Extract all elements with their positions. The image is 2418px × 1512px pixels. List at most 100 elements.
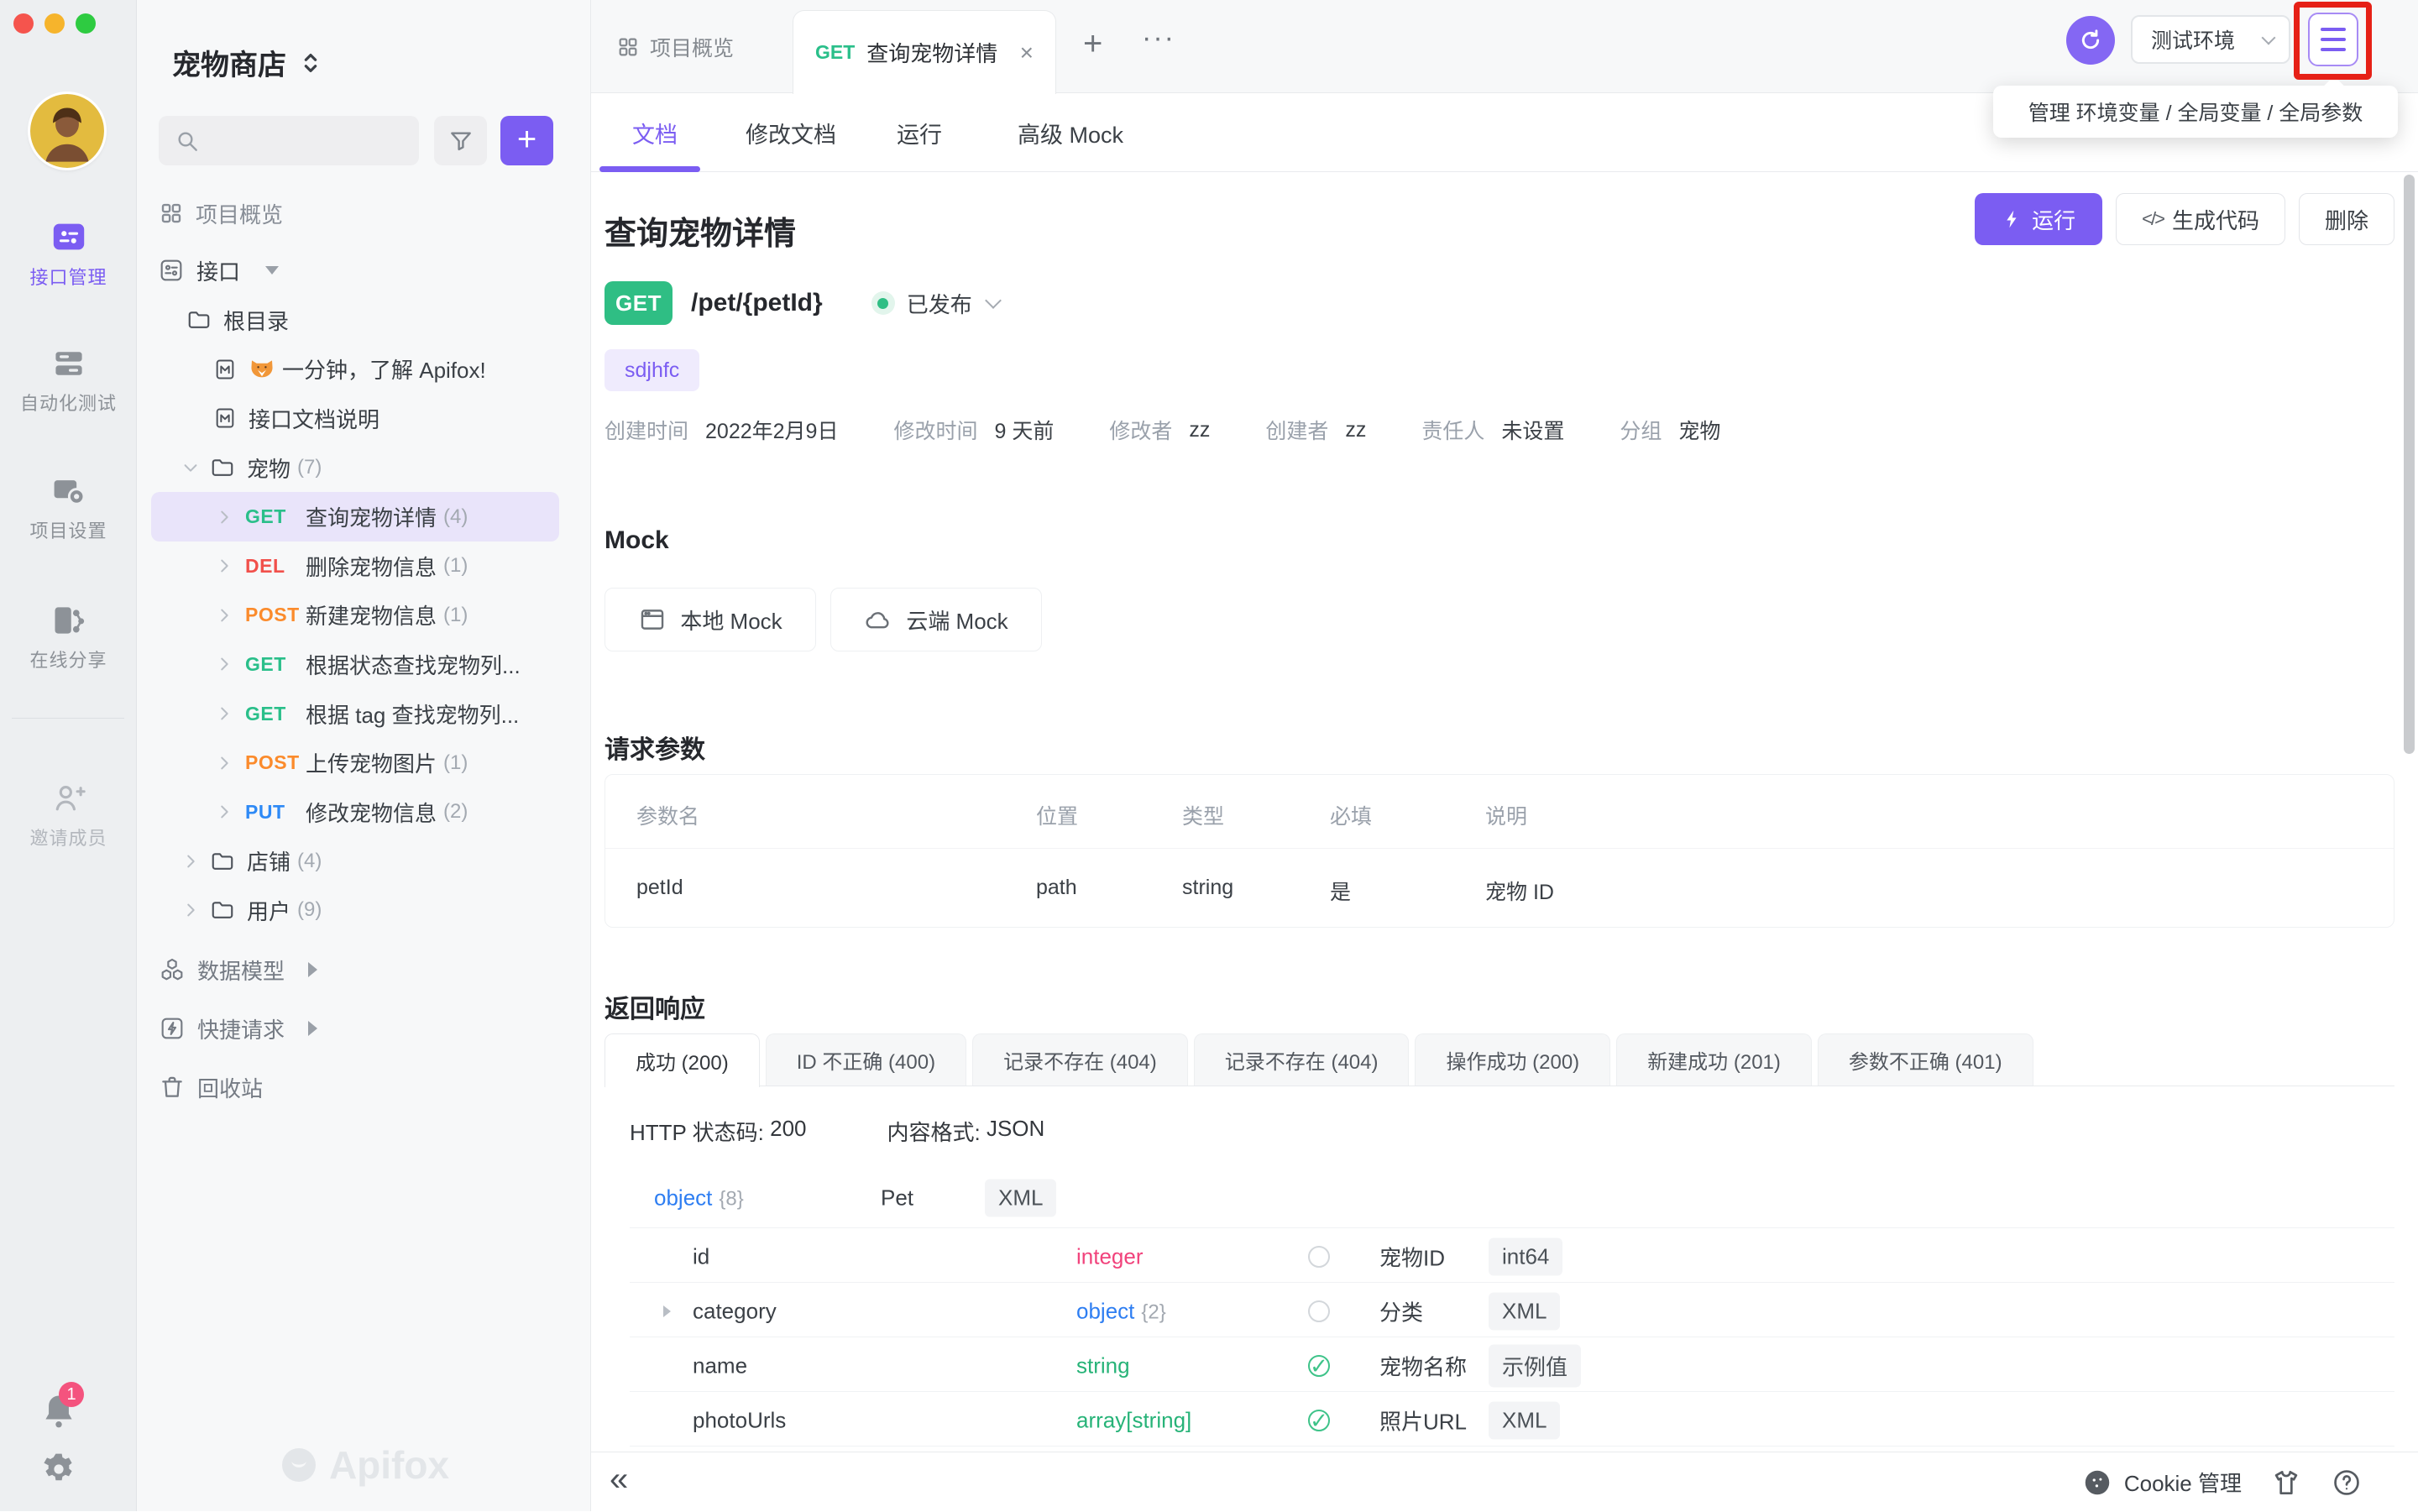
response-tab-2[interactable]: 记录不存在 (404) <box>972 1033 1188 1086</box>
chevron-right-icon <box>215 508 233 526</box>
rail-item-api-management[interactable]: 接口管理 <box>0 217 137 290</box>
avatar[interactable] <box>30 94 104 168</box>
tree-endpoint-row[interactable]: GET根据状态查找宠物列... <box>151 640 559 689</box>
sidebar-item-recycle-bin[interactable]: 回收站 <box>137 1058 591 1117</box>
meta-value: zz <box>1345 418 1366 442</box>
endpoint-tag[interactable]: sdjhfc <box>604 349 699 391</box>
project-switcher-icon <box>298 50 323 76</box>
environment-selector[interactable]: 测试环境 <box>2131 15 2290 64</box>
tree-folder-row[interactable]: 店铺(4) <box>151 837 559 887</box>
tree-folder-row[interactable]: 根目录 <box>151 296 559 345</box>
tree-endpoint-row[interactable]: PUT修改宠物信息(2) <box>151 787 559 837</box>
watermark: Apifox <box>137 1442 591 1488</box>
new-tab-button[interactable]: + <box>1083 25 1102 63</box>
tree-endpoint-row[interactable]: POST新建宠物信息(1) <box>151 591 559 641</box>
schema-root-row[interactable]: object{8}PetXML <box>591 1171 2418 1225</box>
sidebar-item-project-overview[interactable]: 项目概览 <box>137 191 591 235</box>
zoom-window-button[interactable] <box>76 13 96 34</box>
tree-item-count: (1) <box>443 751 468 775</box>
run-button[interactable]: 运行 <box>1975 193 2102 245</box>
sidebar-item-data-models[interactable]: 数据模型 <box>137 940 591 999</box>
tree-item-label: 接口文档说明 <box>249 403 379 434</box>
settings-panel-icon <box>0 473 137 510</box>
response-tab-0[interactable]: 成功 (200) <box>604 1033 760 1087</box>
method-label: DEL <box>245 555 306 578</box>
meta-pair: 修改时间9 天前 <box>893 415 1054 445</box>
sidebar-item-quick-request[interactable]: 快捷请求 <box>137 999 591 1058</box>
minimize-window-button[interactable] <box>44 13 65 34</box>
schema-row-id[interactable]: idinteger宠物IDint64 <box>591 1230 2418 1284</box>
schema-field-desc: 分类 <box>1379 1296 1423 1327</box>
sidebar-section-api[interactable]: 接口 <box>137 249 591 292</box>
schema-row-name[interactable]: namestring✓宠物名称示例值 <box>591 1339 2418 1393</box>
tree-endpoint-row[interactable]: GET根据 tag 查找宠物列... <box>151 689 559 739</box>
tab-endpoint-active[interactable]: GET 查询宠物详情 × <box>793 10 1056 94</box>
cookie-icon <box>2082 1468 2112 1498</box>
collapse-sidebar-button[interactable]: « <box>610 1461 628 1499</box>
response-tab-3[interactable]: 记录不存在 (404) <box>1194 1033 1410 1086</box>
response-tab-4[interactable]: 操作成功 (200) <box>1415 1033 1610 1086</box>
cookie-manager-button[interactable]: Cookie 管理 <box>2082 1467 2242 1498</box>
theme-tshirt-icon[interactable] <box>2270 1467 2302 1499</box>
chevron-down-icon[interactable] <box>985 292 1002 309</box>
response-tab-1[interactable]: ID 不正确 (400) <box>766 1033 966 1086</box>
tab-label: 查询宠物详情 <box>866 37 997 68</box>
caret-down-icon[interactable] <box>265 266 279 275</box>
meta-label: 修改时间 <box>893 415 977 445</box>
tree-endpoint-row[interactable]: DEL删除宠物信息(1) <box>151 541 559 591</box>
close-icon[interactable]: × <box>1020 39 1034 66</box>
rail-item-project-settings[interactable]: 项目设置 <box>0 473 137 543</box>
cloud-mock-card[interactable]: 云端 Mock <box>830 588 1042 651</box>
delete-button[interactable]: 删除 <box>2299 193 2394 245</box>
sync-button[interactable] <box>2066 16 2115 65</box>
tree-endpoint-row[interactable]: GET查询宠物详情(4) <box>151 492 559 541</box>
subtab-advanced-mock[interactable]: 高级 Mock <box>1018 93 1123 172</box>
meta-value: 2022年2月9日 <box>705 415 838 445</box>
tree-item-label: 宠物 <box>247 453 290 484</box>
schema-row-photoUrls[interactable]: photoUrlsarray[string]✓照片URLXML <box>591 1394 2418 1447</box>
rail-item-automated-testing[interactable]: 自动化测试 <box>0 345 137 416</box>
param-col-header: 说明 <box>1485 800 1527 830</box>
param-cell: petId <box>636 876 683 900</box>
tree-item-label: 根据状态查找宠物列... <box>306 649 521 680</box>
subtab-doc[interactable]: 文档 <box>632 93 678 172</box>
response-tab-5[interactable]: 新建成功 (201) <box>1616 1033 1812 1086</box>
help-icon[interactable] <box>2331 1467 2363 1499</box>
close-window-button[interactable] <box>13 13 34 34</box>
tree-doc-row[interactable]: 一分钟，了解 Apifox! <box>151 345 559 395</box>
scrollbar[interactable] <box>2404 175 2415 754</box>
rail-item-label: 邀请成员 <box>0 824 137 850</box>
quick-request-icon <box>159 1015 186 1042</box>
table-divider <box>605 848 2394 849</box>
rail-item-invite-members[interactable]: 邀请成员 <box>0 780 137 850</box>
tree-endpoint-row[interactable]: POST上传宠物图片(1) <box>151 738 559 787</box>
local-mock-card[interactable]: 本地 Mock <box>604 588 816 651</box>
schema-row-category[interactable]: categoryobject{2}分类XML <box>591 1284 2418 1338</box>
response-tab-6[interactable]: 参数不正确 (401) <box>1818 1033 2033 1086</box>
project-switcher[interactable]: 宠物商店 <box>172 42 323 83</box>
sidebar-item-label: 回收站 <box>197 1072 263 1103</box>
generate-code-button[interactable]: </> 生成代码 <box>2116 193 2285 245</box>
chevron-right-icon <box>215 803 233 821</box>
filter-button[interactable] <box>434 116 487 165</box>
subtab-edit-doc[interactable]: 修改文档 <box>746 93 836 172</box>
add-button[interactable]: + <box>500 116 553 165</box>
meta-pair: 修改者zz <box>1109 415 1210 445</box>
tree-folder-row[interactable]: 宠物(7) <box>151 443 559 493</box>
more-tabs-button[interactable]: ··· <box>1142 22 1175 55</box>
rail-item-online-sharing[interactable]: 在线分享 <box>0 602 137 672</box>
lightning-icon <box>2002 208 2023 230</box>
subtab-run[interactable]: 运行 <box>897 93 942 172</box>
sidebar-item-label: 快捷请求 <box>197 1013 285 1044</box>
tree-doc-row[interactable]: 接口文档说明 <box>151 394 559 443</box>
http-status-value: 200 <box>770 1116 806 1147</box>
chevron-down-icon <box>181 458 200 477</box>
search-input[interactable] <box>159 116 419 165</box>
environment-manage-button[interactable] <box>2308 13 2358 66</box>
tree-folder-row[interactable]: 用户(9) <box>151 886 559 935</box>
tab-project-overview[interactable]: 项目概览 <box>616 0 734 93</box>
meta-value: 未设置 <box>1501 415 1564 445</box>
expand-arrow-icon[interactable] <box>663 1305 671 1317</box>
gear-icon[interactable] <box>39 1449 79 1489</box>
grid-icon <box>159 201 184 226</box>
